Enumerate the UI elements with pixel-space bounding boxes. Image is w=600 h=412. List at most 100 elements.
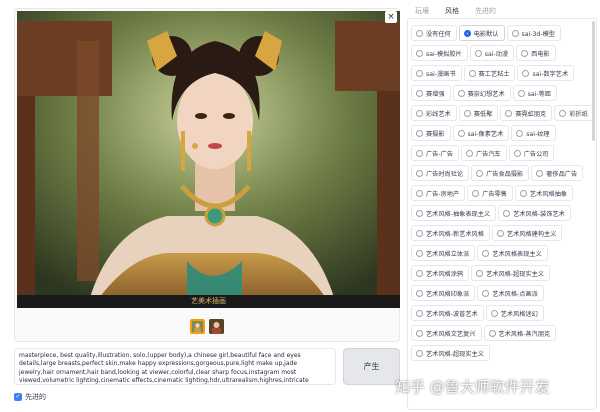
style-option[interactable]: 艺术风格印象派 bbox=[411, 285, 476, 301]
radio-unselected-icon bbox=[472, 189, 480, 197]
style-option[interactable]: 艺术风格-抽象表现主义 bbox=[411, 205, 497, 221]
style-option[interactable]: sai-数字艺术 bbox=[517, 65, 575, 81]
style-option[interactable]: 艺术风格文艺复兴 bbox=[411, 325, 482, 341]
radio-unselected-icon bbox=[463, 109, 471, 117]
style-option[interactable]: 艺术风格迷幻 bbox=[485, 305, 544, 321]
radio-unselected-icon bbox=[457, 89, 465, 97]
style-option[interactable]: sai-像素艺术 bbox=[452, 125, 510, 141]
style-option[interactable]: 艺术风格-波普艺术 bbox=[411, 305, 484, 321]
style-option[interactable]: 广告时尚社论 bbox=[411, 165, 470, 181]
style-option[interactable]: 广告-房地产 bbox=[411, 185, 466, 201]
style-option[interactable]: 艺术风格涂鸦 bbox=[411, 265, 470, 281]
style-option-label: 赛霓虹朋克 bbox=[515, 110, 547, 118]
style-option-label: 赛低聚 bbox=[473, 110, 493, 118]
style-option[interactable]: 艺术风格-点画派 bbox=[477, 285, 544, 301]
generate-button[interactable]: 产生 bbox=[343, 348, 400, 385]
style-option-label: sai-等距 bbox=[527, 90, 552, 98]
prompt-textarea[interactable]: masterpiece, best quality,illustration, … bbox=[14, 348, 336, 385]
style-option[interactable]: 电影默认 bbox=[458, 25, 505, 41]
radio-unselected-icon bbox=[490, 309, 498, 317]
style-option-label: 艺术风格文艺复兴 bbox=[426, 330, 476, 338]
style-option-label: sai-纹理 bbox=[526, 130, 550, 138]
generated-image[interactable]: 艺美术插画 bbox=[17, 11, 400, 308]
style-option-label: sai-漫画书 bbox=[426, 70, 456, 78]
thumbnail-1[interactable] bbox=[190, 319, 205, 334]
style-option[interactable]: 广告食品摄影 bbox=[471, 165, 530, 181]
style-option[interactable]: 赛摄影 bbox=[411, 125, 451, 141]
style-option-label: 彩折纸 bbox=[569, 110, 588, 118]
style-option-label: 艺术风格-抽象表现主义 bbox=[426, 210, 491, 218]
radio-unselected-icon bbox=[416, 149, 423, 157]
radio-unselected-icon bbox=[416, 229, 423, 237]
style-option-label: 广告-广告 bbox=[426, 150, 453, 158]
tab-input[interactable]: 玩壤 bbox=[407, 4, 437, 18]
style-option[interactable]: 艺术风格-蒸汽朋克 bbox=[483, 325, 557, 341]
style-option[interactable]: sai-3d-模型 bbox=[506, 25, 561, 41]
style-option[interactable]: 艺术风格-新艺术风格 bbox=[411, 225, 490, 241]
radio-unselected-icon bbox=[505, 109, 513, 117]
radio-unselected-icon bbox=[416, 189, 423, 197]
tab-style[interactable]: 风格 bbox=[437, 4, 467, 18]
style-option[interactable]: 赛霓虹朋克 bbox=[500, 105, 553, 121]
style-option-label: sai-3d-模型 bbox=[521, 30, 555, 38]
radio-unselected-icon bbox=[465, 149, 473, 157]
style-option[interactable]: 赛增强 bbox=[411, 85, 451, 101]
style-option-label: 赛工艺粘土 bbox=[478, 70, 510, 78]
style-option[interactable]: 艺术风格立体派 bbox=[411, 245, 476, 261]
style-option[interactable]: sai-等距 bbox=[512, 85, 558, 101]
thumbnail-2[interactable] bbox=[209, 319, 224, 334]
style-option-label: 电影默认 bbox=[473, 30, 499, 38]
style-option[interactable]: 广告汽车 bbox=[460, 145, 507, 161]
tab-advanced[interactable]: 先进的 bbox=[467, 4, 504, 18]
style-option[interactable]: 艺术风格-装饰艺术 bbox=[498, 205, 571, 221]
style-option[interactable]: 奢侈品广告 bbox=[531, 165, 584, 181]
style-option[interactable]: sai-纹理 bbox=[511, 125, 556, 141]
radio-selected-icon bbox=[463, 29, 471, 37]
style-option[interactable]: 赛低聚 bbox=[458, 105, 499, 121]
style-option[interactable]: 艺术风格-超现实主义 bbox=[471, 265, 551, 281]
style-option[interactable]: 广告零售 bbox=[467, 185, 513, 201]
thumbnail-image-icon bbox=[192, 321, 203, 332]
style-option[interactable]: 西电影 bbox=[516, 45, 556, 61]
style-option[interactable]: 彩线艺术 bbox=[411, 105, 457, 121]
radio-unselected-icon bbox=[513, 149, 521, 157]
radio-unselected-icon bbox=[468, 69, 476, 77]
style-option[interactable]: 艺术风格抽象 bbox=[514, 185, 574, 201]
style-option-label: 赛摄影 bbox=[426, 130, 445, 138]
style-option[interactable]: 赛奈幻想艺术 bbox=[452, 85, 511, 101]
style-option[interactable]: sai-漫画书 bbox=[411, 65, 462, 81]
style-option-label: 广告汽车 bbox=[475, 150, 501, 158]
style-option[interactable]: 广告-广告 bbox=[411, 145, 459, 161]
radio-unselected-icon bbox=[416, 269, 423, 277]
style-option[interactable]: 艺术风格建构主义 bbox=[491, 225, 563, 241]
style-option-label: 赛奈幻想艺术 bbox=[467, 90, 505, 98]
advanced-toggle[interactable]: ✓ 先进的 bbox=[14, 392, 46, 402]
style-option[interactable]: 赛工艺粘土 bbox=[463, 65, 516, 81]
style-radio-group: 没有任何 电影默认 sai-3d-模型 sai-模拟胶片 sai-动漫 西电影 sai-漫画… bbox=[411, 25, 595, 361]
advanced-label: 先进的 bbox=[25, 393, 46, 401]
style-option[interactable]: 艺术风格-超现实主义 bbox=[411, 345, 490, 361]
style-option-label: 奢侈品广告 bbox=[546, 170, 578, 178]
radio-unselected-icon bbox=[416, 89, 423, 97]
thumbnail-image-icon bbox=[209, 319, 224, 334]
style-option-label: 艺术风格立体派 bbox=[426, 250, 470, 258]
style-scrollbar[interactable] bbox=[592, 21, 595, 141]
image-output-panel: 艺美术插画 × bbox=[14, 8, 400, 342]
watermark-text: 知乎 @鲁大师软件开发 bbox=[395, 378, 550, 396]
style-option[interactable]: sai-动漫 bbox=[469, 45, 515, 61]
style-option-label: 艺术风格表现主义 bbox=[492, 250, 542, 258]
style-option[interactable]: 广告公司 bbox=[508, 145, 555, 161]
close-image-button[interactable]: × bbox=[385, 11, 397, 23]
radio-unselected-icon bbox=[416, 329, 423, 337]
radio-unselected-icon bbox=[476, 169, 484, 177]
style-option[interactable]: sai-模拟胶片 bbox=[411, 45, 468, 61]
radio-unselected-icon bbox=[416, 309, 423, 317]
style-option[interactable]: 艺术风格表现主义 bbox=[477, 245, 548, 261]
radio-unselected-icon bbox=[482, 249, 490, 257]
advanced-checkbox[interactable]: ✓ bbox=[14, 393, 22, 401]
radio-unselected-icon bbox=[511, 29, 519, 37]
style-option[interactable]: 没有任何 bbox=[411, 25, 457, 41]
radio-unselected-icon bbox=[516, 129, 524, 137]
radio-unselected-icon bbox=[517, 89, 525, 97]
style-option[interactable]: 彩折纸 bbox=[554, 105, 594, 121]
